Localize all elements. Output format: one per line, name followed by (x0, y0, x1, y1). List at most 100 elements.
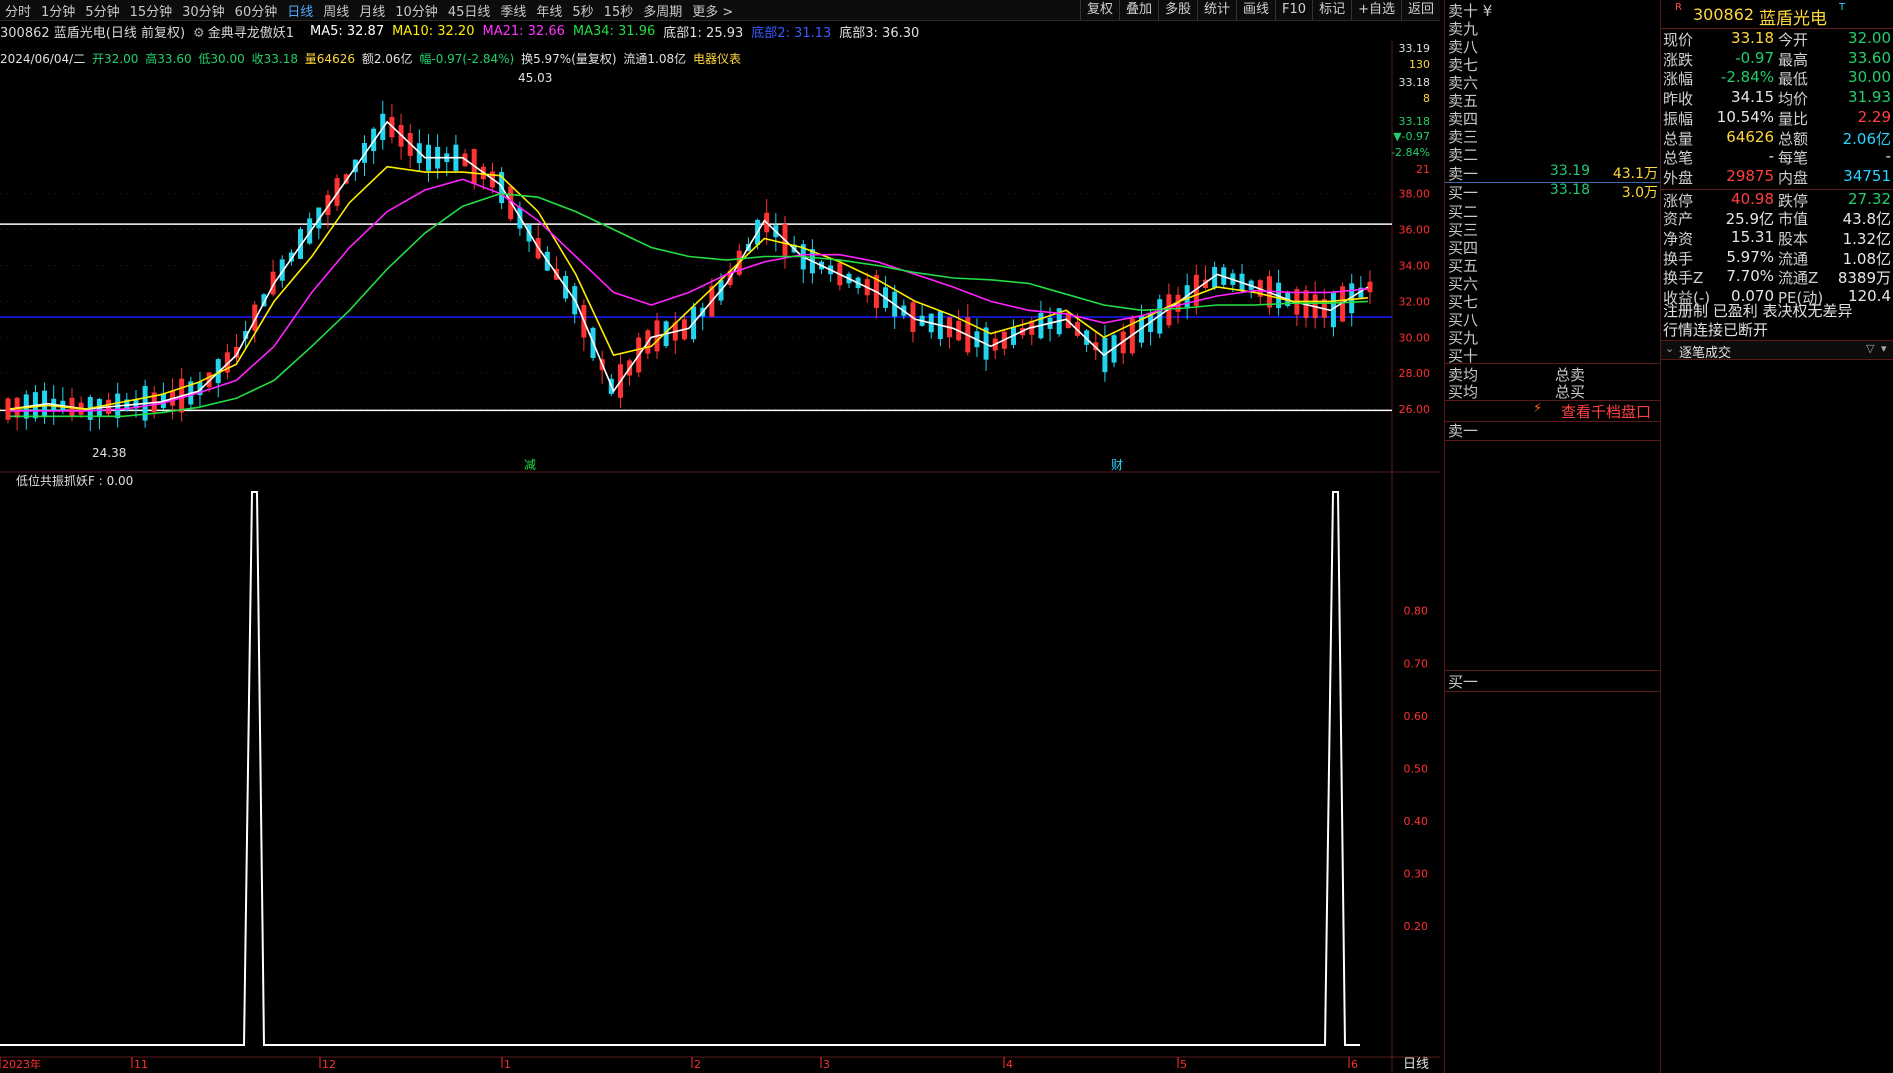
toolbar-button[interactable]: 标记 (1312, 0, 1351, 20)
indicator-tick: 0.40 (1404, 815, 1429, 828)
ma-line (10, 192, 1369, 418)
right-quote-value: 130 (1409, 58, 1430, 71)
quote-row: 涨跌 -0.97 最高 33.60 (1663, 48, 1891, 69)
sell-level-row[interactable]: 卖三 (1445, 126, 1660, 146)
settings-icon[interactable]: ⚙ (193, 26, 205, 41)
sell-level-row[interactable]: 卖八 (1445, 36, 1660, 56)
axis-labels: 38.00 36.00 34.00 32.00 30.00 28.00 26.00 33.19… (0, 42, 1430, 1071)
indicator-title: 低位共振抓妖F : 0.00 (16, 473, 133, 488)
buy-level-row[interactable]: 买四 (1445, 237, 1660, 257)
ma5-value: MA5: 32.87 (309, 23, 385, 39)
toolbar-button[interactable]: 返回 (1400, 0, 1440, 20)
chart-labels: 45.03 24.38 减 财 低位共振抓妖F : 0.00 日线 (16, 71, 1429, 1072)
date-label: 12 (322, 1058, 336, 1071)
stock-title: 300862 蓝盾光电(日线 前复权) (0, 25, 186, 41)
right-quote-value: 33.19 (1399, 42, 1431, 55)
lower-sell1: 卖一 (1445, 420, 1660, 441)
filter-icon[interactable]: ▽ (1866, 342, 1874, 355)
sell-level-row[interactable]: 卖十 ¥ (1445, 0, 1660, 20)
toolbar-button[interactable]: 复权 (1079, 0, 1119, 20)
timeframe-tab[interactable]: 45日线 (443, 1, 496, 20)
sell-level-row[interactable]: 卖五 (1445, 90, 1660, 110)
collapse-icon[interactable]: ⌄ (1665, 342, 1674, 355)
toolbar-button[interactable]: F10 (1275, 0, 1312, 20)
quote-row: 总量 64626 总额 2.06亿 (1663, 127, 1891, 148)
period-toolbar: 分时 1分钟 5分钟 15分钟 30分钟 60分钟 日线 周线 月线 10分钟 45日线 季线 年线 5秒… (0, 0, 1440, 21)
sell1-row[interactable]: 卖一 33.19 43.1万 (1445, 163, 1660, 183)
timeframe-tab[interactable]: 周线 (318, 1, 354, 20)
trade-badge-icon: T (1839, 2, 1846, 13)
indicator-tick: 0.50 (1404, 762, 1429, 775)
lightning-icon: ⚡ (1533, 401, 1543, 416)
price-tick: 32.00 (1399, 295, 1431, 308)
register-badge: R (1675, 2, 1682, 13)
toolbar-button[interactable]: 画线 (1236, 0, 1275, 20)
timeframe-tab[interactable]: 60分钟 (230, 1, 283, 20)
buy-level-row[interactable]: 买三 (1445, 219, 1660, 239)
sell-level-row[interactable]: 卖九 (1445, 18, 1660, 38)
timeframe-tab[interactable]: 15秒 (599, 1, 639, 20)
view-depth-link[interactable]: ⚡ 查看千档盘口 (1445, 400, 1660, 422)
buy-level-row[interactable]: 买七 (1445, 291, 1660, 311)
timeframe-tab[interactable]: 15分钟 (125, 1, 178, 20)
price-tick: 36.00 (1399, 224, 1431, 237)
date-label: 4 (1006, 1058, 1013, 1071)
quote-row: 换手 5.97% 流通 1.08亿 (1663, 247, 1891, 268)
lower-buy1: 买一 (1445, 670, 1660, 692)
timeframe-tab[interactable]: 5秒 (567, 1, 598, 20)
bottom3-value: 底部3: 36.30 (839, 25, 920, 41)
right-quote-value: 33.18 (1399, 115, 1431, 128)
indicator-infobar: 300862 蓝盾光电(日线 前复权) ⚙ 金典寻龙傲妖1 MA5: 32.87 … (0, 21, 1440, 41)
quote-header: R 300862 蓝盾光电 T (1661, 0, 1893, 29)
right-quote-value: -2.84% (1391, 146, 1430, 159)
timeframe-tab[interactable]: 月线 (354, 1, 390, 20)
timeframe-tab[interactable]: 1分钟 (36, 1, 80, 20)
sell-level-row[interactable]: 卖六 (1445, 72, 1660, 92)
price-tick: 34.00 (1399, 259, 1431, 272)
buy1-row[interactable]: 买一 33.18 3.0万 (1445, 182, 1660, 202)
toolbar-button[interactable]: +自选 (1351, 0, 1401, 20)
candle-body (5, 398, 11, 420)
order-book: 卖十 ¥ 卖九 卖八 卖七 卖六 卖五 卖四 卖三 卖二 卖一 33.19 43.1万 买一 3… (1444, 0, 1660, 1073)
timeframe-tab[interactable]: 10分钟 (390, 1, 443, 20)
timeframe-tab[interactable]: 年线 (531, 1, 567, 20)
quote-row: 资产 25.9亿 市值 43.8亿 (1663, 210, 1891, 229)
timeframe-tab[interactable]: 日线 (282, 1, 318, 20)
buy-level-row[interactable]: 买八 (1445, 309, 1660, 329)
timeframe-tab[interactable]: 30分钟 (177, 1, 230, 20)
timeframe-tab[interactable]: 分时 (0, 1, 36, 20)
quote-code: 300862 (1693, 5, 1755, 24)
avg-row-buy: 买均 总买 (1448, 383, 1586, 401)
dropdown-icon[interactable]: ▾ (1881, 342, 1887, 355)
buy-level-row[interactable]: 买十 (1445, 345, 1660, 365)
sell-level-row[interactable]: 卖四 (1445, 108, 1660, 128)
indicator-tick: 0.60 (1404, 710, 1429, 723)
buy-level-row[interactable]: 买五 (1445, 255, 1660, 275)
date-label: 5 (1180, 1058, 1187, 1071)
toolbar-button[interactable]: 多股 (1157, 0, 1197, 20)
quote-panel: R 300862 蓝盾光电 T 现价 33.18 今开 32.00 涨跌 -0.97 最高 3… (1660, 0, 1893, 1073)
right-quote-value: 21 (1416, 163, 1430, 176)
timeframe-tab[interactable]: 多周期 (638, 1, 687, 20)
right-quote-value: ▼-0.97 (1393, 130, 1430, 143)
kline-chart[interactable]: 45.03 24.38 减 财 低位共振抓妖F : 0.00 日线 38.003… (0, 41, 1440, 1073)
quote-row: 涨停 40.98 跌停 27.32 (1661, 188, 1893, 210)
toolbar-button[interactable]: 叠加 (1118, 0, 1158, 20)
timeframe-tab[interactable]: 更多 > (687, 1, 738, 20)
buy-level-row[interactable]: 买二 (1445, 201, 1660, 221)
quote-row: 振幅 10.54% 量比 2.29 (1663, 107, 1891, 128)
right-quote-value: 33.18 (1399, 76, 1431, 89)
indicator-name[interactable]: ⚙ 金典寻龙傲妖1 (193, 22, 302, 41)
price-tick: 38.00 (1399, 188, 1431, 201)
ma34-value: MA34: 31.96 (572, 23, 656, 39)
sell-level-row[interactable]: 卖七 (1445, 54, 1660, 74)
low-mark: 24.38 (92, 446, 126, 460)
toolbar-button[interactable]: 统计 (1197, 0, 1236, 20)
tick-header[interactable]: ⌄ 逐笔成交 ▽ ▾ (1661, 340, 1893, 361)
timeframe-tab[interactable]: 5分钟 (80, 1, 124, 20)
timeframe-tab[interactable]: 季线 (495, 1, 531, 20)
buy-level-row[interactable]: 买六 (1445, 273, 1660, 293)
buy-level-row[interactable]: 买九 (1445, 327, 1660, 347)
sell-level-row[interactable]: 卖二 (1445, 144, 1660, 164)
quote-name: 蓝盾光电 (1759, 9, 1827, 29)
